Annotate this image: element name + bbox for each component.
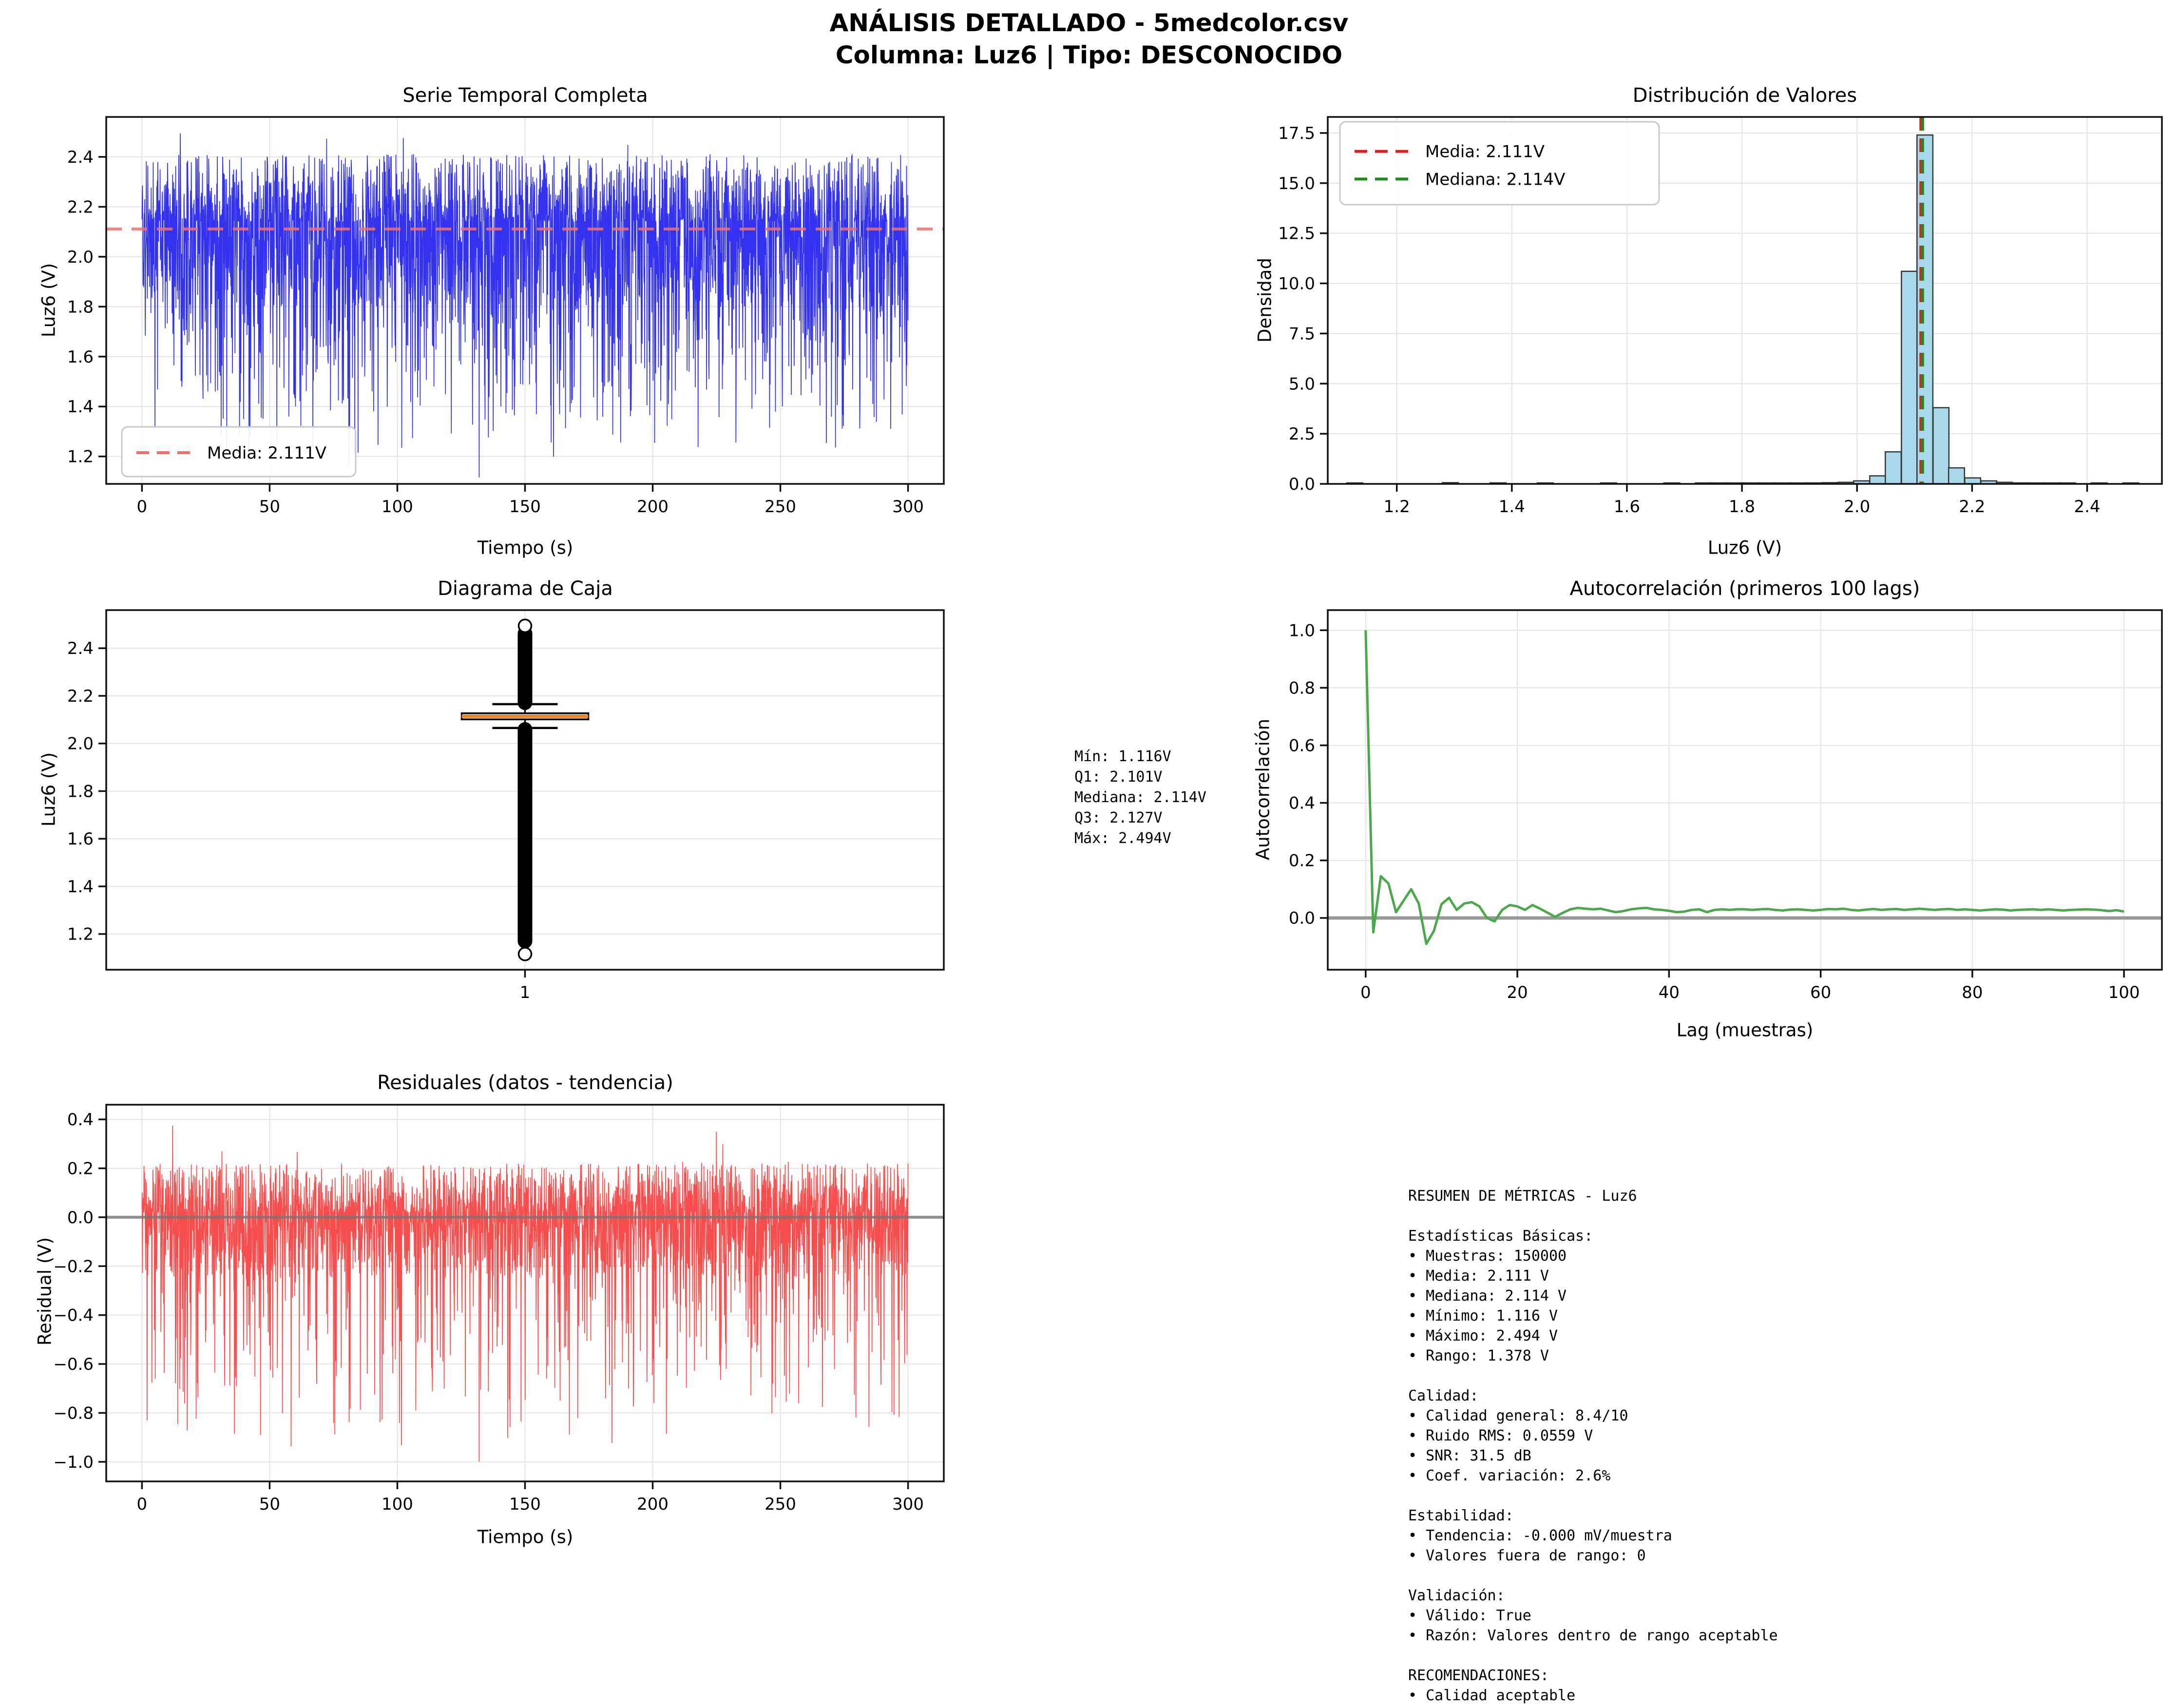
x-tick-label: 60 [1810,983,1831,1002]
outlier-min-marker [517,946,533,961]
histogram-bar [1948,467,1966,485]
boxplot-ylabel: Luz6 (V) [38,752,59,827]
acf-line [1364,630,2124,945]
x-tick-label: 250 [764,1495,796,1514]
x-tick-label: 1 [520,983,531,1002]
y-tick-label: 7.5 [1289,324,1315,344]
x-tick-label: 50 [259,497,280,517]
y-tick-label: −0.4 [53,1306,94,1325]
x-tick-label: 100 [2108,983,2140,1002]
x-tick-label: 20 [1507,983,1528,1002]
histogram-bar [1964,477,1982,485]
x-tick-label: 2.4 [2074,497,2100,517]
histogram-bar [1916,134,1934,485]
figure-title-line2: Columna: Luz6 | Tipo: DESCONOCIDO [835,41,1343,69]
y-tick-label: 2.4 [67,639,94,658]
y-tick-label: 0.4 [67,1110,94,1130]
x-tick-label: 100 [382,1495,413,1514]
y-tick-label: 2.2 [67,197,94,217]
x-tick-label: 300 [892,497,924,517]
x-tick-label: 200 [637,497,669,517]
outlier-max-marker [517,618,533,633]
y-tick-label: 0.2 [1289,851,1315,871]
boxplot-chart: 1 1.2 1.4 1.6 1.8 2.0 2.2 2.4 [67,609,945,1002]
y-tick-label: 0.6 [1289,736,1315,755]
y-tick-label: 1.0 [1289,621,1315,640]
y-tick-label: −0.2 [53,1257,94,1276]
x-tick-label: 0 [137,1495,148,1514]
y-tick-label: 1.8 [67,782,94,801]
analysis-dashboard: ANÁLISIS DETALLADO - 5medcolor.csv Colum… [0,0,2178,1708]
y-tick-label: 1.4 [67,877,94,897]
timeseries-chart: Media: 2.111V 0 50 100 150 200 250 300 1.2 1.4 1.6… [67,116,945,517]
histogram-chart: Media: 2.111V Mediana: 2.114V 1.2 1.4 1.6 1.8… [1278,116,2163,517]
y-tick-label: 1.2 [67,925,94,944]
boxplot-stats-text: Mín: 1.116V Q1: 2.101V Mediana: 2.114V Q… [1074,748,1206,847]
x-tick-label: 250 [764,497,796,517]
x-tick-label: 300 [892,1495,924,1514]
x-tick-label: 100 [382,497,413,517]
x-tick-label: 80 [1962,983,1983,1002]
x-tick-label: 40 [1659,983,1680,1002]
x-tick-label: 0 [137,497,148,517]
residuals-ylabel: Residual (V) [34,1237,56,1346]
y-tick-label: 2.0 [67,734,94,754]
residuals-xlabel: Tiempo (s) [477,1526,573,1548]
y-tick-label: −0.6 [53,1355,94,1374]
y-tick-label: 2.4 [67,148,94,167]
x-tick-label: 150 [509,497,541,517]
histogram-bar [1869,475,1887,485]
x-tick-label: 1.4 [1499,497,1525,517]
y-tick-label: 0.0 [67,1208,94,1228]
y-tick-label: 0.0 [1289,909,1315,928]
residuals-chart: 0 50 100 150 200 250 300 0.4 0.2 0.0 −0.2 −0.4 −0.6 −… [53,1104,945,1514]
x-tick-label: 1.6 [1614,497,1640,517]
x-tick-label: 2.2 [1959,497,1985,517]
y-tick-label: 0.8 [1289,678,1315,698]
y-tick-label: 1.8 [67,297,94,317]
y-tick-label: 2.5 [1289,424,1315,444]
y-tick-label: 2.2 [67,687,94,706]
metrics-lines: RESUMEN DE MÉTRICAS - Luz6 Estadísticas … [1408,1188,1778,1704]
y-tick-label: 2.0 [67,248,94,267]
y-tick-label: −1.0 [53,1453,94,1472]
y-tick-label: 12.5 [1278,224,1315,244]
histogram-bar [1932,407,1950,485]
acf-chart: 0 20 40 60 80 100 0.0 0.2 0.4 0.6 0.8 1.0 [1289,609,2163,1002]
y-tick-label: 0.0 [1289,475,1315,494]
y-tick-label: 1.6 [67,829,94,849]
y-tick-label: 1.6 [67,347,94,367]
legend-entry-label: Media: 2.111V [1425,142,1545,162]
x-tick-label: 50 [259,1495,280,1514]
y-tick-label: 1.2 [67,447,94,467]
metrics-summary: RESUMEN DE MÉTRICAS - Luz6 Estadísticas … [1364,1146,1778,1708]
x-tick-label: 0 [1360,983,1371,1002]
y-tick-label: 1.4 [67,397,94,417]
legend-entry-label: Mediana: 2.114V [1425,170,1565,189]
timeseries-ylabel: Luz6 (V) [38,263,59,338]
legend-entry-label: Media: 2.111V [207,443,326,463]
y-tick-label: 5.0 [1289,374,1315,394]
y-tick-label: 15.0 [1278,174,1315,193]
histogram-bar [1885,451,1902,485]
x-tick-label: 200 [637,1495,669,1514]
figure-title-line1: ANÁLISIS DETALLADO - 5medcolor.csv [829,9,1349,37]
x-tick-label: 2.0 [1844,497,1870,517]
x-tick-label: 150 [509,1495,541,1514]
x-tick-label: 1.2 [1384,497,1410,517]
y-tick-label: 10.0 [1278,274,1315,294]
histogram-bar [1901,270,1918,485]
y-tick-label: 0.2 [67,1159,94,1179]
y-tick-label: 0.4 [1289,794,1315,813]
y-tick-label: 17.5 [1278,124,1315,143]
x-tick-label: 1.8 [1729,497,1755,517]
y-tick-label: −0.8 [53,1403,94,1423]
